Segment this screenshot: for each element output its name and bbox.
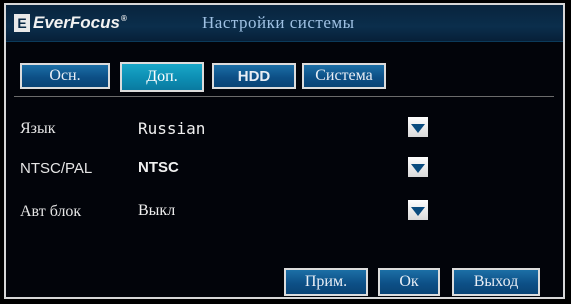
video-standard-select[interactable]: NTSC [118, 156, 430, 180]
tab-advanced[interactable]: Доп. [120, 62, 204, 92]
tab-hdd[interactable]: HDD [212, 63, 296, 89]
language-select[interactable]: Russian [118, 116, 430, 140]
setting-row-language: Язык Russian [6, 114, 563, 142]
apply-button[interactable]: Прим. [284, 268, 368, 296]
setting-label-auto-lock: Авт блок [20, 203, 82, 220]
language-value: Russian [138, 119, 206, 138]
logo-mark-icon: E [14, 14, 30, 32]
setting-row-auto-lock: Авт блок Выкл [6, 197, 563, 225]
window-title: Настройки системы [202, 13, 355, 32]
setting-label-video-standard: NTSC/PAL [20, 160, 93, 177]
auto-lock-dropdown-arrow[interactable] [408, 200, 428, 220]
exit-button[interactable]: Выход [452, 268, 540, 296]
setting-label-language: Язык [20, 120, 56, 137]
divider [14, 96, 554, 97]
auto-lock-value: Выкл [138, 202, 176, 219]
chevron-down-icon [411, 206, 425, 216]
language-dropdown-arrow[interactable] [408, 117, 428, 137]
video-standard-value: NTSC [138, 159, 179, 176]
everfocus-logo: E EverFocus® [14, 12, 127, 34]
video-standard-dropdown-arrow[interactable] [408, 157, 428, 177]
tab-system[interactable]: Система [302, 63, 386, 89]
system-settings-dialog: E EverFocus® Настройки системы Осн. Доп.… [4, 3, 565, 299]
ok-button[interactable]: Ок [378, 268, 440, 296]
tab-main[interactable]: Осн. [20, 63, 110, 89]
auto-lock-select[interactable]: Выкл [118, 199, 430, 223]
title-bar: E EverFocus® Настройки системы [6, 5, 563, 42]
setting-row-video-standard: NTSC/PAL NTSC [6, 154, 563, 182]
chevron-down-icon [411, 163, 425, 173]
dvr-screen: E EverFocus® Настройки системы Осн. Доп.… [0, 0, 571, 304]
chevron-down-icon [411, 123, 425, 133]
logo-text: EverFocus® [33, 13, 127, 32]
